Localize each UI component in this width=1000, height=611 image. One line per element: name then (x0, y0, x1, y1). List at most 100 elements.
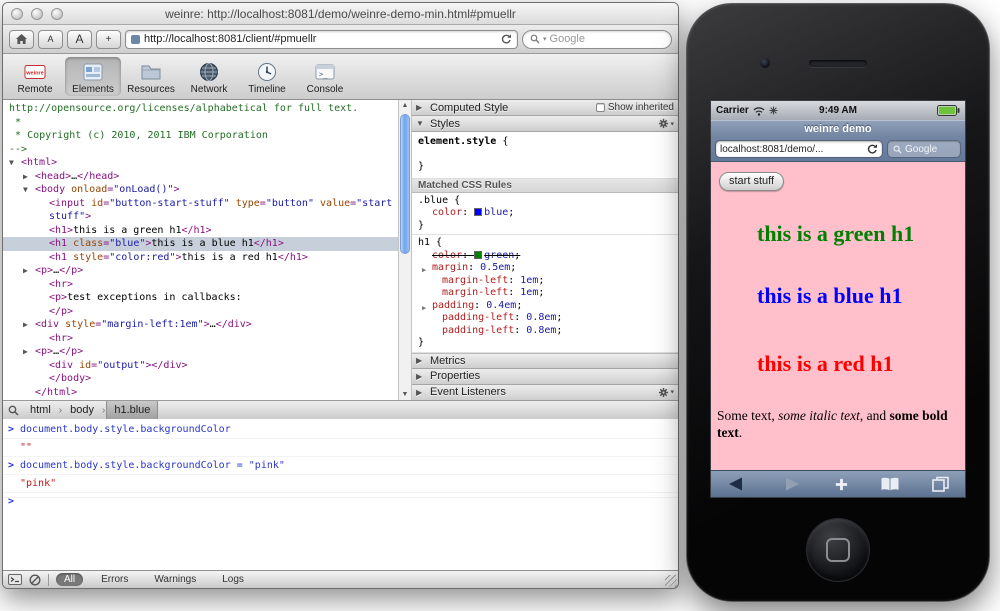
tree-row[interactable]: ▶<div style="margin-left:1em">…</div> (3, 318, 398, 332)
phone-home-button[interactable] (806, 518, 870, 582)
disclosure-right-icon[interactable]: ▶ (23, 170, 35, 184)
toolbar-remote-button[interactable]: weinreRemote (7, 57, 63, 96)
tree-row[interactable]: ▼<html> (3, 156, 398, 170)
code-segment: <h1 (49, 238, 73, 249)
reload-icon[interactable] (500, 33, 512, 45)
tree-row[interactable]: * (3, 116, 398, 130)
breadcrumb-item-html[interactable]: html (23, 401, 58, 419)
toolbar-console-button[interactable]: >_Console (297, 57, 353, 96)
filter-all[interactable]: All (56, 573, 83, 586)
console-prompt[interactable]: > (3, 493, 678, 498)
window-titlebar[interactable]: weinre: http://localhost:8081/demo/weinr… (3, 3, 678, 25)
search-input[interactable]: ▾ Google (522, 30, 672, 49)
metrics-header[interactable]: ▶ Metrics (412, 353, 678, 369)
phone-reload-icon[interactable] (866, 143, 878, 155)
tree-row[interactable]: ▼<body onload="onLoad()"> (3, 183, 398, 197)
tree-row[interactable]: http://opensource.org/licenses/alphabeti… (3, 102, 398, 116)
start-stuff-button[interactable]: start stuff (719, 172, 784, 191)
inspect-element-icon[interactable] (3, 401, 23, 419)
tree-row[interactable]: ▶<p>…</p> (3, 345, 398, 359)
filter-warnings[interactable]: Warnings (146, 573, 204, 586)
css-property[interactable]: padding-left: 0.8em; (412, 325, 678, 338)
tree-row[interactable]: </body> (3, 372, 398, 386)
css-property[interactable]: padding-left: 0.8em; (412, 312, 678, 325)
tree-row[interactable]: <input id="button-start-stuff" type="but… (3, 197, 398, 224)
code-segment: <h1> (49, 225, 73, 236)
event-listeners-gear-button[interactable]: ▾ (658, 387, 674, 398)
color-swatch[interactable] (474, 208, 482, 216)
tree-row[interactable]: <div id="output"></div> (3, 359, 398, 373)
resize-grip[interactable] (665, 575, 677, 587)
phone-search-input[interactable]: Google (887, 140, 961, 158)
disclosure-down-icon[interactable]: ▼ (9, 156, 21, 170)
console-input[interactable]: >document.body.style.backgroundColor = "… (3, 457, 678, 475)
disclosure-right-icon[interactable]: ▶ (23, 318, 35, 332)
tree-row[interactable]: <h1 style="color:red">this is a red h1</… (3, 251, 398, 265)
tree-row[interactable]: </p> (3, 305, 398, 319)
forward-icon[interactable] (780, 476, 802, 492)
tree-row[interactable]: ▶<head>…</head> (3, 170, 398, 184)
breadcrumb-item-h1-blue[interactable]: h1.blue (106, 401, 158, 419)
element-style-rule[interactable]: element.style { } (412, 132, 678, 179)
timeline-icon (254, 59, 280, 85)
css-property[interactable]: ▶margin: 0.5em; (412, 262, 678, 275)
event-listeners-header[interactable]: ▶ Event Listeners ▾ (412, 385, 678, 401)
css-property[interactable]: color: blue; (412, 207, 678, 220)
larger-text-button[interactable]: A (67, 30, 92, 49)
css-property[interactable]: margin-left: 1em; (412, 275, 678, 288)
disclosure-right-icon[interactable]: ▶ (23, 345, 35, 359)
disclosure-right-icon[interactable]: ▶ (23, 264, 35, 278)
scroll-up-arrow[interactable]: ▲ (399, 102, 411, 109)
show-console-button[interactable] (8, 574, 22, 585)
phone-address-bar[interactable]: localhost:8081/demo/... (715, 140, 883, 158)
css-selector[interactable]: h1 { (412, 237, 678, 250)
home-button-browser[interactable] (9, 30, 34, 49)
css-property[interactable]: margin-left: 1em; (412, 287, 678, 300)
code-segment: </div> (151, 360, 187, 371)
color-swatch[interactable] (474, 251, 482, 259)
tree-row[interactable]: <hr> (3, 278, 398, 292)
tree-row[interactable]: <h1>this is a green h1</h1> (3, 224, 398, 238)
address-bar[interactable]: http://localhost:8081/client/#pmuellr (125, 30, 518, 49)
tree-row[interactable]: ▶<p>…</p> (3, 264, 398, 278)
tree-row[interactable]: </html> (3, 386, 398, 400)
filter-errors[interactable]: Errors (93, 573, 136, 586)
scrollbar-thumb[interactable] (400, 114, 410, 254)
show-inherited-checkbox[interactable] (596, 103, 605, 112)
clear-console-button[interactable] (29, 574, 41, 586)
breadcrumb-items: html›body›h1.blue (23, 401, 158, 419)
add-tab-button[interactable]: + (96, 30, 121, 49)
properties-header[interactable]: ▶ Properties (412, 369, 678, 385)
close-button[interactable] (11, 8, 23, 20)
add-icon[interactable] (834, 477, 849, 492)
console-input[interactable]: >document.body.style.backgroundColor (3, 421, 678, 439)
scroll-down-arrow[interactable]: ▼ (399, 391, 411, 398)
css-selector[interactable]: .blue { (412, 195, 678, 208)
tree-scrollbar[interactable]: ▲ ▼ (398, 100, 412, 400)
toolbar-resources-button[interactable]: Resources (123, 57, 179, 96)
filter-logs[interactable]: Logs (214, 573, 252, 586)
computed-style-header[interactable]: ▶ Computed Style Show inherited (412, 100, 678, 116)
code-segment: "onLoad()" (113, 184, 173, 195)
css-property[interactable]: color: green; (412, 250, 678, 263)
smaller-text-button[interactable]: A (38, 30, 63, 49)
pages-icon[interactable] (932, 476, 950, 492)
bookmarks-icon[interactable] (880, 477, 900, 492)
tree-row[interactable]: <h1 class="blue">this is a blue h1</h1> (3, 237, 398, 251)
styles-header[interactable]: ▼ Styles ▾ (412, 116, 678, 132)
disclosure-down-icon[interactable]: ▼ (23, 183, 35, 197)
toolbar-timeline-button[interactable]: Timeline (239, 57, 295, 96)
demo-h1-red: this is a red h1 (757, 351, 957, 377)
minimize-button[interactable] (31, 8, 43, 20)
tree-row[interactable]: * Copyright (c) 2010, 2011 IBM Corporati… (3, 129, 398, 143)
back-icon[interactable] (726, 476, 748, 492)
zoom-button[interactable] (51, 8, 63, 20)
toolbar-elements-button[interactable]: Elements (65, 57, 121, 96)
tree-row[interactable]: --> (3, 143, 398, 157)
css-property[interactable]: ▶padding: 0.4em; (412, 300, 678, 313)
toolbar-network-button[interactable]: Network (181, 57, 237, 96)
tree-row[interactable]: <p>test exceptions in callbacks: (3, 291, 398, 305)
tree-row[interactable]: <hr> (3, 332, 398, 346)
breadcrumb-item-body[interactable]: body (63, 401, 101, 419)
styles-gear-button[interactable]: ▾ (658, 118, 674, 129)
